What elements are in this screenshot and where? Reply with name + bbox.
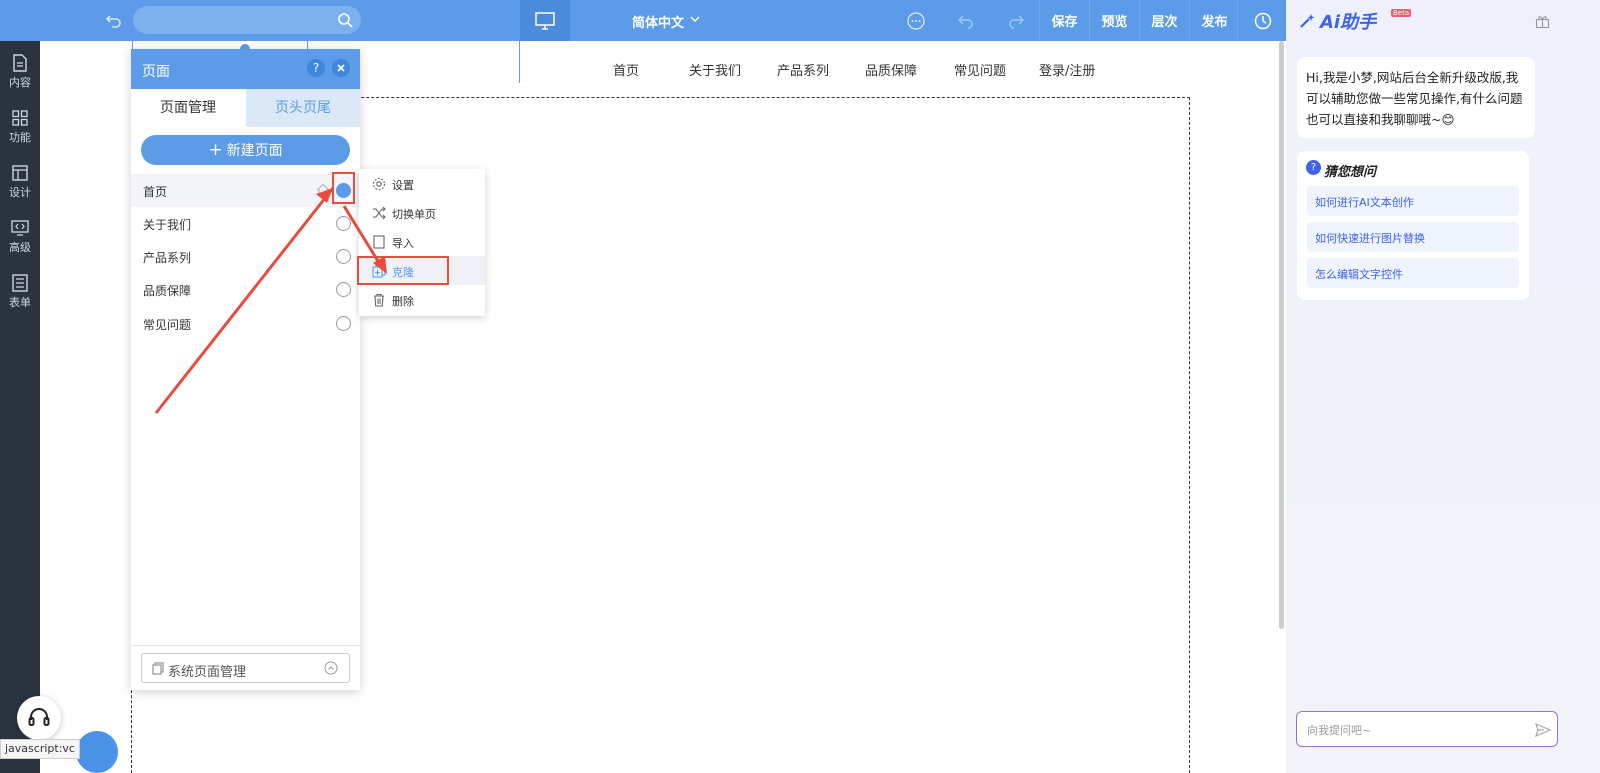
suggestion-item[interactable]: 怎么编辑文字控件 [1307, 258, 1519, 288]
ai-greeting-message: Hi,我是小梦,网站后台全新升级改版,我可以辅助您做一些常见操作,有什么问题也可… [1297, 57, 1535, 138]
customer-support-button[interactable] [17, 696, 61, 740]
suggested-title: 猜您想问 [1324, 165, 1377, 180]
suggestion-item[interactable]: 如何快速进行图片替换 [1307, 222, 1519, 252]
input-placeholder: 向我提问吧~ [1307, 724, 1372, 737]
status-bar-url: javascript:vc [0, 739, 80, 759]
send-icon[interactable] [1535, 723, 1551, 737]
headset-icon [28, 708, 50, 726]
question-icon: ? [1306, 160, 1321, 175]
suggestion-item[interactable]: 如何进行AI文本创作 [1307, 186, 1519, 216]
ai-title: Ai助手 [1320, 12, 1377, 33]
suggested-questions: ? 猜您想问 如何进行AI文本创作 如何快速进行图片替换 怎么编辑文字控件 [1297, 151, 1529, 300]
ai-question-input[interactable]: 向我提问吧~ [1296, 711, 1558, 747]
beta-badge: Beta [1391, 9, 1412, 17]
sparkle-icon [1300, 14, 1315, 28]
gift-icon[interactable] [1535, 14, 1550, 29]
floating-assistant-button[interactable] [74, 729, 120, 773]
ai-assistant-panel: Ai助手 Beta Hi,我是小梦,网站后台全新升级改版,我可以辅助您做一些常见… [1286, 0, 1600, 773]
